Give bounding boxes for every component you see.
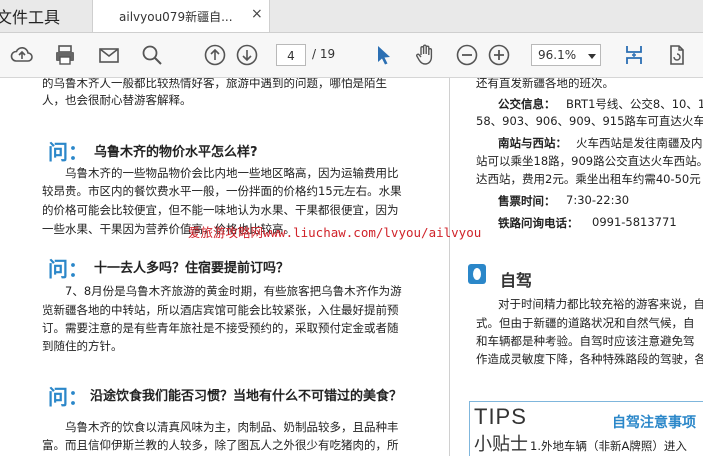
paragraph-line: 58、903、906、909、915路车可直达火车 — [476, 114, 703, 128]
paragraph-line: 站可以乘坐18路，909路公交直达火车西站。 — [476, 154, 703, 168]
document-tab[interactable]: ailvyou079新疆自... × — [92, 0, 270, 32]
paragraph-line: 达西站，费用2元。乘坐出租车约需40-50元 — [476, 172, 701, 186]
phone-value: 0991-5813771 — [592, 215, 677, 229]
page-number-input[interactable]: 4 — [276, 44, 306, 66]
question-title: 沿途饮食我们能否习惯？当地有什么不可错过的美食？ — [90, 389, 403, 404]
question-title: 十一去人多吗？住宿要提前订吗？ — [94, 261, 290, 276]
paragraph-line: 富。而且信仰伊斯兰教的人较多，除了图瓦人之外很少有吃猪肉的，所 — [42, 438, 399, 452]
question-prefix: 问： — [48, 385, 88, 409]
paragraph-line: 火车西站是发往南疆及内地 — [576, 136, 703, 150]
bus-info-label: 公交信息： — [498, 97, 556, 111]
tips-box: TIPS 小贴士 自驾注意事项 1.外地车辆（非新A牌照）进入 — [469, 401, 703, 456]
tips-title: 自驾注意事项 — [612, 415, 696, 431]
paragraph-line: 式。但由于新疆的道路状况和自然气候，自 — [476, 316, 695, 330]
toolbar: 4 / 19 96.1% — [0, 33, 703, 78]
paragraph-line: 乌鲁木齐的一些物品物价会比内地一些地区略高，因为运输费用比 — [65, 166, 399, 180]
paragraph-line: 对于时间精力都比较充裕的游客来说，自 — [498, 297, 703, 311]
menu-tools[interactable]: 工具 — [28, 4, 60, 28]
zoom-out-icon[interactable] — [455, 43, 479, 67]
watermark-text: 爱旅游攻略网www.liuchaw.com/lvyou/ailvyou — [188, 225, 482, 240]
paragraph-line: 览新疆各地的中转站，所以酒店宾馆可能会比较紧张，入住最好提前预 — [42, 303, 399, 317]
station-label: 南站与西站： — [498, 136, 567, 150]
ticket-hours-value: 7:30-22:30 — [566, 193, 630, 207]
next-page-icon[interactable] — [235, 43, 259, 67]
question-title: 乌鲁木齐的物价水平怎么样? — [94, 145, 258, 160]
paragraph-line: 订。需要注意的是有些青年旅社是不接受预约的，采取预付定金或者随 — [42, 321, 399, 335]
zoom-in-icon[interactable] — [487, 43, 511, 67]
email-icon[interactable] — [97, 43, 121, 67]
paragraph-line: 作造成灵敏度下降，各种特殊路段的驾驶，各 — [476, 352, 703, 366]
ticket-hours-label: 售票时间： — [498, 194, 556, 208]
prev-page-icon[interactable] — [203, 43, 227, 67]
menu-file[interactable]: 文件 — [0, 4, 28, 28]
intro-line-1: 的乌鲁木齐人一般都比较热情好客，旅游中遇到的问题，哪怕是陌生 — [42, 78, 387, 90]
zoom-value: 96.1% — [538, 48, 577, 62]
zoom-select[interactable]: 96.1% — [531, 44, 601, 66]
tab-bar: 文件 工具 ailvyou079新疆自... × — [0, 0, 703, 33]
chevron-down-icon — [588, 54, 596, 59]
document-view[interactable]: 的乌鲁木齐人一般都比较热情好客，旅游中遇到的问题，哪怕是陌生 人，也会很耐心替游… — [0, 78, 703, 456]
intro-line-2: 人，也会很耐心替游客解释。 — [42, 93, 192, 107]
select-cursor-icon[interactable] — [372, 43, 396, 67]
question-prefix: 问： — [48, 257, 88, 281]
page-total: / 19 — [312, 47, 336, 61]
paragraph-line: 还有直发新疆各地的班次。 — [476, 78, 614, 90]
tips-label: TIPS — [474, 404, 527, 429]
tips-label-cn: 小贴士 — [474, 434, 528, 455]
question-prefix: 问： — [48, 140, 88, 164]
tab-title: ailvyou079新疆自... — [119, 10, 233, 24]
upload-icon[interactable] — [10, 43, 34, 67]
paragraph-line: 到随住的方针。 — [42, 339, 123, 353]
hand-tool-icon[interactable] — [413, 43, 437, 67]
phone-label: 铁路问询电话： — [498, 216, 579, 230]
paragraph-line: BRT1号线、公交8、10、16 — [566, 97, 703, 111]
paragraph-line: 较昂贵。市区内的餐饮费水平一般，一份拌面的价格约15元左右。水果 — [42, 184, 402, 198]
paragraph-line: 和车辆都是种考验。自驾时应该注意避免驾 — [476, 334, 695, 348]
print-icon[interactable] — [53, 43, 77, 67]
paragraph-line: 7、8月份是乌鲁木齐旅游的黄金时期，有些旅客把乌鲁木齐作为游 — [65, 284, 402, 298]
fit-page-icon[interactable] — [622, 43, 646, 67]
tips-line: 1.外地车辆（非新A牌照）进入 — [530, 439, 687, 453]
search-icon[interactable] — [140, 43, 164, 67]
paragraph-line: 的价格可能会比较便宜，但不能一味地认为水果、干果都很便宜，因为 — [42, 203, 399, 217]
paragraph-line: 乌鲁木齐的饮食以清真风味为主，肉制品、奶制品较多，且品种丰 — [65, 420, 399, 434]
rotate-page-icon[interactable] — [665, 43, 689, 67]
section-title: 自驾 — [500, 271, 533, 290]
section-icon — [468, 264, 486, 284]
close-tab-button[interactable]: × — [251, 6, 263, 22]
page-divider — [449, 78, 450, 456]
